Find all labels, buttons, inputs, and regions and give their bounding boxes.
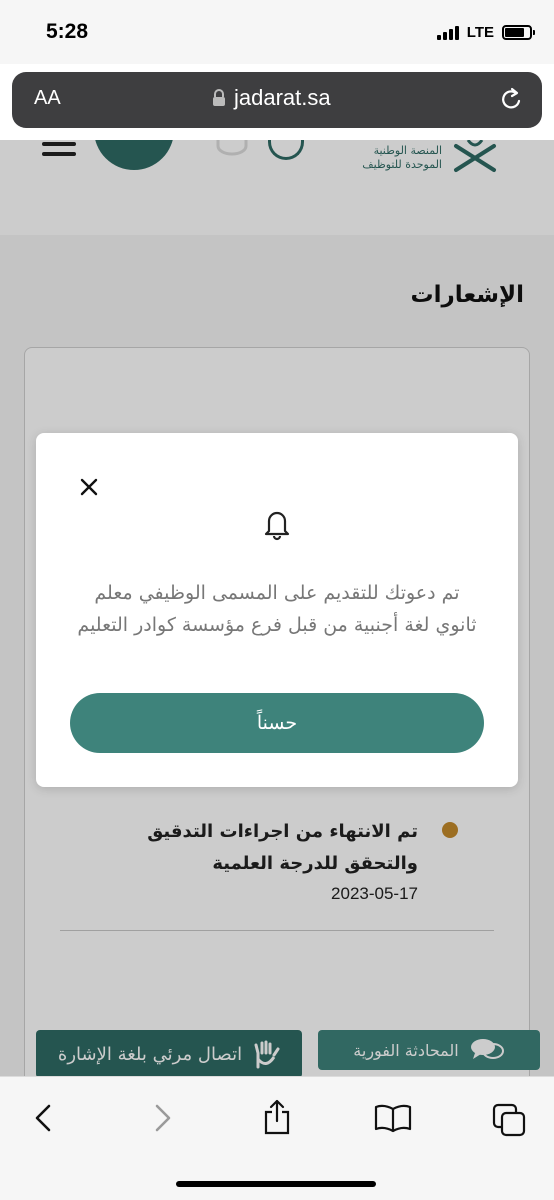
status-indicators: LTE (436, 24, 535, 41)
network-label: LTE (466, 24, 494, 41)
status-time: 5:28 (46, 20, 89, 43)
text-size-button[interactable]: AA (34, 87, 61, 110)
home-indicator (176, 1181, 376, 1187)
status-bar: 5:28 LTE (0, 0, 554, 64)
ok-button[interactable]: حسناً (70, 693, 484, 753)
lock-icon (213, 89, 225, 106)
tabs-icon[interactable] (492, 1103, 526, 1137)
address-bar[interactable]: AA jadarat.sa (12, 72, 542, 128)
browser-toolbar (0, 1076, 554, 1200)
battery-icon (502, 25, 535, 40)
modal-message: تم دعوتك للتقديم على المسمى الوظيفي معلم… (77, 582, 477, 636)
notification-modal: تم دعوتك للتقديم على المسمى الوظيفي معلم… (36, 433, 518, 787)
url-display[interactable]: jadarat.sa (212, 85, 331, 111)
url-text: jadarat.sa (234, 85, 331, 110)
share-icon[interactable] (262, 1099, 292, 1135)
bookmarks-icon[interactable] (374, 1103, 412, 1133)
close-icon[interactable] (78, 476, 100, 498)
bell-icon (264, 511, 290, 541)
forward-icon[interactable] (152, 1103, 174, 1133)
reload-icon[interactable] (498, 86, 524, 114)
back-icon[interactable] (32, 1103, 54, 1133)
signal-icon (436, 25, 459, 40)
